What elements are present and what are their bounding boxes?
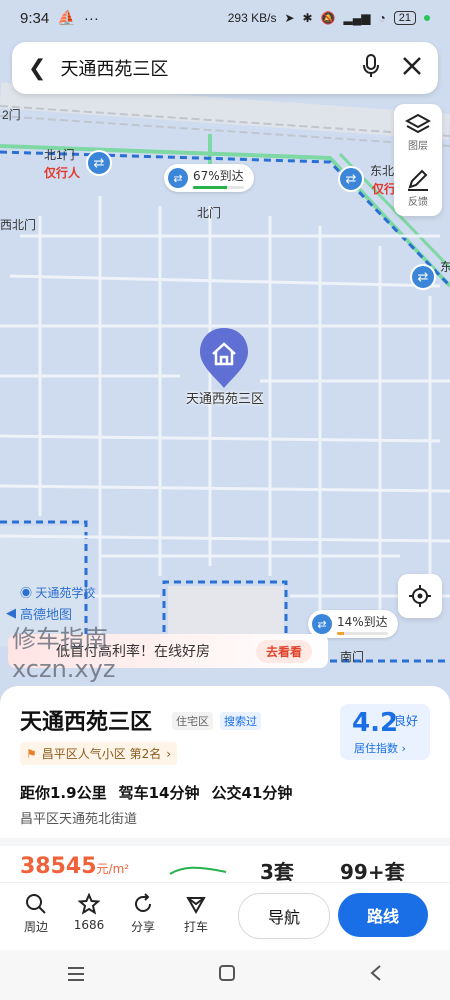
search-icon [26,894,46,914]
star-icon [78,893,100,915]
watermark: 修车指南 xczn.xyz [12,624,115,684]
arrival-text-north: 67%到达 [193,169,244,183]
amap-logo-icon: ◀ [6,606,16,621]
layers-button[interactable]: 图层 [405,113,431,152]
menu-icon[interactable] [67,966,85,985]
pedestrian-only-label-2: 仅行 [372,182,397,196]
route-button[interactable]: 路线 [338,893,428,937]
home-pin-icon [200,328,248,388]
bottom-action-bar: 周边 1686 分享 打车 导航 路线 [0,882,450,951]
poi-pin[interactable] [198,326,250,390]
nearby-button[interactable]: 周边 [14,893,58,935]
pencil-icon [408,169,428,191]
price[interactable]: 38545元/m² [20,854,129,879]
living-index-score: 4.2 [352,708,399,738]
boat-icon: ⛵ [57,10,76,27]
chevron-right-icon: › [166,746,172,761]
ad-go-button[interactable]: 去看看 [256,640,313,663]
poi-name: 天通西苑三区 [20,710,153,735]
signal-icon: ▂▄▆ [343,11,371,25]
listing-count-1[interactable]: 3套 [260,856,294,885]
arrival-pill-north[interactable]: ⇄ 67%到达 [164,164,254,192]
mute-icon: 🔕 [320,11,336,25]
search-query[interactable]: 天通西苑三区 [60,55,362,81]
microphone-icon[interactable] [362,54,380,82]
locate-button[interactable] [398,574,442,618]
travel-info: 距你1.9公里 驾车14分钟 公交41分钟 [20,782,292,803]
living-index-grade: 良好 [394,714,419,728]
flag-icon: ⚑ [26,746,37,761]
distance: 距你1.9公里 [20,784,107,802]
school-icon: ◉ [20,586,33,600]
status-bar: 9:34 ⛵ ··· 293 KB/s ➤ ✱ 🔕 ▂▄▆ ◔ 21 [0,0,450,36]
living-index-label: 居住指数 › [354,742,406,755]
share-icon [135,893,151,912]
divider [0,838,450,846]
listing-count-2[interactable]: 99+套 [340,856,405,885]
bus-station-icon[interactable]: ⇄ [338,166,364,192]
navigate-button[interactable]: 导航 [238,893,330,939]
east-north-label[interactable]: 东北 [370,162,394,179]
status-time: 9:34 [20,9,50,27]
locate-icon [409,585,431,607]
watermark-line1: 修车指南 [12,625,108,653]
back-icon[interactable]: ❮ [28,56,46,81]
arrival-bar-south [337,632,388,635]
poi-card[interactable]: 天通西苑三区 住宅区 搜索过 ⚑ 昌平区人气小区 第2名 › 4.2 良好 居住… [0,686,450,886]
close-icon[interactable] [402,56,422,80]
price-trend-sparkline [169,866,227,875]
battery-icon: 21 [393,11,416,25]
poi-address: 昌平区天通苑北街道 [20,812,138,827]
amap-logo: ◀ 高德地图 [6,606,73,623]
map-tools: 图层 反馈 [394,104,442,216]
active-dot [424,15,430,21]
pedestrian-only-label: 仅行人 [44,166,81,180]
poi-type-tag: 住宅区 [172,712,213,730]
layers-icon [405,113,431,133]
arrival-text-south: 14%到达 [337,615,388,629]
bus-station-icon: ⇄ [168,168,188,188]
drive-time: 驾车14分钟 [118,784,200,802]
search-bar[interactable]: ❮ 天通西苑三区 [12,42,438,94]
bus-time: 公交41分钟 [211,784,293,802]
poi-pin-label[interactable]: 天通西苑三区 [140,388,310,407]
west-north-gate-label[interactable]: 西北门 [0,216,36,233]
taxi-button[interactable]: 打车 [174,893,218,935]
location-icon: ➤ [284,11,295,25]
south-gate-label[interactable]: 南门 [340,648,364,665]
east-label: 东 [440,260,450,274]
bus-station-icon[interactable]: ⇄ [86,150,112,176]
bus-station-icon[interactable]: ⇄ [410,264,436,290]
status-more: ··· [83,9,99,27]
bluetooth-icon: ✱ [302,11,313,25]
back-nav-icon[interactable] [369,964,383,986]
visited-tag: 搜索过 [220,712,261,730]
system-navigation [0,950,450,1000]
share-button[interactable]: 分享 [121,893,165,935]
gate-label-2: 2门 [2,108,21,122]
taxi-icon [186,897,206,915]
watermark-line2: xczn.xyz [12,655,116,683]
north-gate-label[interactable]: 北门 [197,204,221,221]
feedback-button[interactable]: 反馈 [406,169,430,208]
home-icon[interactable] [218,964,236,986]
favorite-button[interactable]: 1686 [67,893,111,932]
school-label[interactable]: ◉ 天通苑学校 [20,584,95,601]
wifi-icon: ◔ [378,11,386,25]
living-index-card[interactable]: 4.2 良好 居住指数 › [340,704,430,760]
bus-station-icon: ⇄ [312,614,332,634]
net-speed: 293 KB/s [227,11,277,25]
arrival-bar-north [193,186,244,189]
north1-gate-label[interactable]: 北1门 [44,146,75,163]
rank-badge[interactable]: ⚑ 昌平区人气小区 第2名 › [20,742,178,765]
